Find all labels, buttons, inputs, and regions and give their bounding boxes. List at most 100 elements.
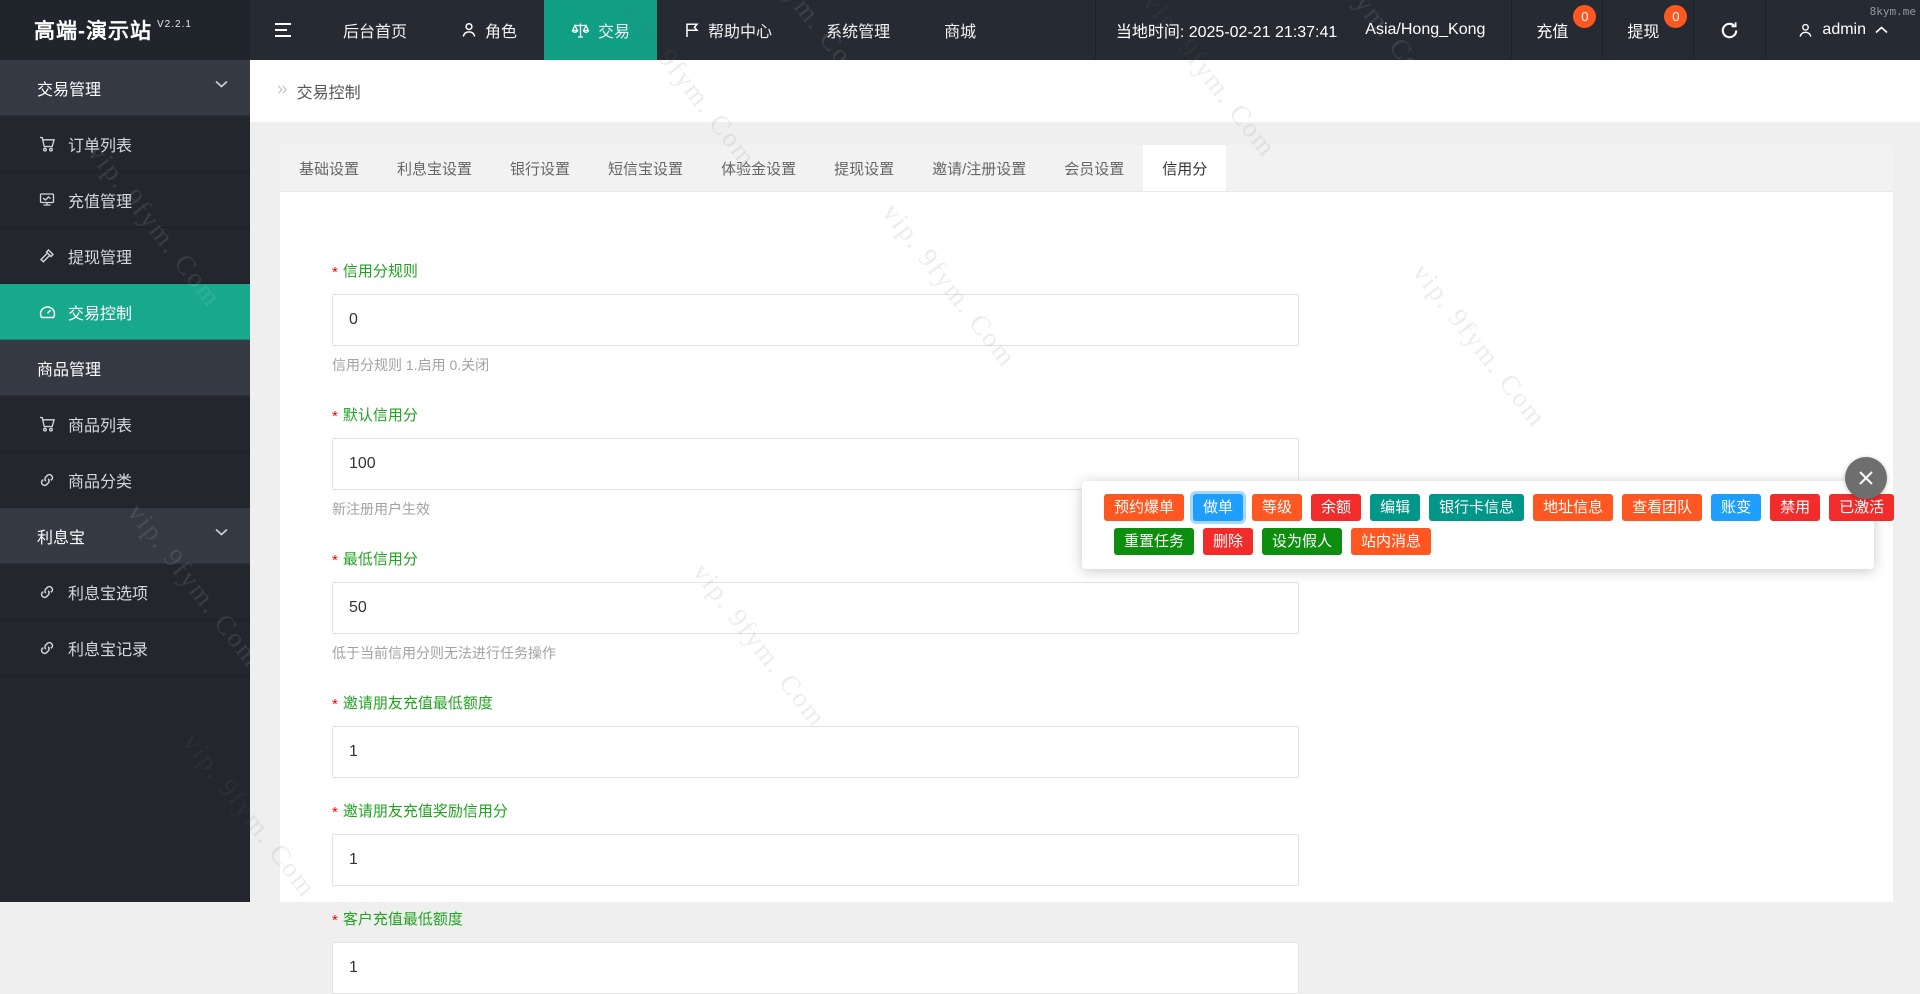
tab-basic-settings[interactable]: 基础设置	[280, 145, 378, 191]
topmenu-trade[interactable]: 交易	[544, 0, 657, 60]
sidebar-item-lixibao-records[interactable]: 利息宝记录	[0, 620, 250, 676]
field-spacer	[332, 778, 1893, 800]
field-label: * 邀请朋友充值最低额度	[332, 692, 1893, 713]
field-spacer	[332, 886, 1893, 908]
cart-icon	[37, 136, 57, 152]
refresh-button[interactable]	[1693, 0, 1765, 60]
field-label: * 客户充值最低额度	[332, 908, 1893, 929]
sidebar-item-recharge-manage[interactable]: 充值管理	[0, 172, 250, 228]
field-label-text: 客户充值最低额度	[343, 908, 463, 929]
breadcrumb-arrows-icon: »	[277, 79, 288, 101]
sidebar-item-lixibao-options[interactable]: 利息宝选项	[0, 564, 250, 620]
action-level-button[interactable]: 等级	[1252, 494, 1302, 521]
sidebar-item-recharge-label: 充值管理	[68, 188, 132, 212]
app-title: 高端-演示站	[34, 15, 152, 45]
action-reset-task-button[interactable]: 重置任务	[1114, 528, 1194, 555]
tab-label: 利息宝设置	[397, 158, 472, 179]
chevron-down-icon	[215, 528, 228, 536]
link-icon	[37, 640, 57, 656]
action-view-team-button[interactable]: 查看团队	[1622, 494, 1702, 521]
withdraw-badge: 0	[1664, 5, 1687, 28]
action-bank-card-info-button[interactable]: 银行卡信息	[1429, 494, 1524, 521]
tab-credit-score[interactable]: 信用分	[1143, 145, 1226, 191]
action-set-fake-user-button[interactable]: 设为假人	[1262, 528, 1342, 555]
tab-member-settings[interactable]: 会员设置	[1045, 145, 1143, 191]
sidebar-item-goods-category[interactable]: 商品分类	[0, 452, 250, 508]
required-asterisk: *	[332, 696, 338, 713]
invite-reward-credit-input[interactable]	[332, 834, 1299, 886]
tab-label: 体验金设置	[721, 158, 796, 179]
sidebar-group-trade-manage[interactable]: 交易管理	[0, 60, 250, 116]
recharge-label: 充值	[1536, 18, 1568, 42]
topmenu-system-label: 系统管理	[826, 18, 890, 42]
gauge-icon	[37, 304, 57, 319]
action-balance-button[interactable]: 余额	[1311, 494, 1361, 521]
action-site-message-button[interactable]: 站内消息	[1351, 528, 1431, 555]
sidebar-item-withdraw-manage[interactable]: 提现管理	[0, 228, 250, 284]
topmenu-help-center[interactable]: 帮助中心	[657, 0, 799, 60]
close-icon	[1857, 469, 1875, 487]
tab-label: 提现设置	[834, 158, 894, 179]
watermark-corner: 8kym.me	[1870, 5, 1916, 18]
form-field-invite-min-recharge: * 邀请朋友充值最低额度	[332, 692, 1893, 800]
field-label: * 默认信用分	[332, 404, 1893, 425]
field-label-text: 邀请朋友充值最低额度	[343, 692, 493, 713]
action-delete-button[interactable]: 删除	[1203, 528, 1253, 555]
sidebar-item-order-list[interactable]: 订单列表	[0, 116, 250, 172]
action-account-change-button[interactable]: 账变	[1711, 494, 1761, 521]
credit-rule-input[interactable]	[332, 294, 1299, 346]
sidebar-item-trade-control[interactable]: 交易控制	[0, 284, 250, 340]
field-label-text: 信用分规则	[343, 260, 418, 281]
field-hint: 信用分规则 1.启用 0.关闭	[332, 355, 1893, 375]
scales-icon	[571, 22, 590, 39]
field-hint: 低于当前信用分则无法进行任务操作	[332, 643, 1893, 663]
local-time: 当地时间: 2025-02-21 21:37:41	[1096, 18, 1357, 42]
withdraw-label: 提现	[1627, 18, 1659, 42]
topmenu-mall[interactable]: 商城	[917, 0, 1003, 60]
customer-min-recharge-input[interactable]	[332, 942, 1299, 994]
sidebar-group-lixibao[interactable]: 利息宝	[0, 508, 250, 564]
tab-sms-settings[interactable]: 短信宝设置	[589, 145, 702, 191]
action-reserve-burst-order-button[interactable]: 预约爆单	[1104, 494, 1184, 521]
field-label: * 信用分规则	[332, 260, 1893, 281]
tab-label: 会员设置	[1064, 158, 1124, 179]
sidebar-item-lixibao-options-label: 利息宝选项	[68, 580, 148, 604]
card-icon	[37, 192, 57, 207]
topbar-right: 当地时间: 2025-02-21 21:37:41 Asia/Hong_Kong…	[1095, 0, 1920, 60]
recharge-notify-button[interactable]: 充值 0	[1511, 0, 1602, 60]
action-edit-button[interactable]: 编辑	[1370, 494, 1420, 521]
sidebar-item-goods-list-label: 商品列表	[68, 412, 132, 436]
credit-score-form: * 信用分规则 信用分规则 1.启用 0.关闭 * 默认信用分 新注册用户生效 …	[280, 192, 1893, 994]
tab-label: 基础设置	[299, 158, 359, 179]
topmenu-trade-label: 交易	[598, 18, 630, 42]
tab-invite-register-settings[interactable]: 邀请/注册设置	[913, 145, 1045, 191]
topmenu-system[interactable]: 系统管理	[799, 0, 917, 60]
hamburger-icon	[273, 22, 293, 38]
tab-trial-fund-settings[interactable]: 体验金设置	[702, 145, 815, 191]
popup-close-button[interactable]	[1845, 457, 1887, 499]
settings-tabs: 基础设置 利息宝设置 银行设置 短信宝设置 体验金设置 提现设置 邀请/注册设置…	[280, 145, 1893, 192]
flag-icon	[684, 22, 700, 38]
timezone: Asia/Hong_Kong	[1357, 21, 1511, 39]
topmenu-roles[interactable]: 角色	[434, 0, 544, 60]
sidebar-toggle-button[interactable]	[250, 0, 316, 60]
tab-lixibao-settings[interactable]: 利息宝设置	[378, 145, 491, 191]
action-address-info-button[interactable]: 地址信息	[1533, 494, 1613, 521]
action-disable-button[interactable]: 禁用	[1770, 494, 1820, 521]
withdraw-notify-button[interactable]: 提现 0	[1602, 0, 1693, 60]
action-do-order-button[interactable]: 做单	[1193, 494, 1243, 521]
sidebar-item-trade-control-label: 交易控制	[68, 300, 132, 324]
topmenu-dashboard[interactable]: 后台首页	[316, 0, 434, 60]
sidebar-item-order-list-label: 订单列表	[68, 132, 132, 156]
person-icon	[461, 22, 477, 38]
sidebar-group-goods-manage[interactable]: 商品管理	[0, 340, 250, 396]
popup-button-row-1: 预约爆单 做单 等级 余额 编辑 银行卡信息 地址信息 查看团队 账变 禁用 已…	[1104, 494, 1874, 521]
min-credit-input[interactable]	[332, 582, 1299, 634]
tab-bank-settings[interactable]: 银行设置	[491, 145, 589, 191]
tab-withdraw-settings[interactable]: 提现设置	[815, 145, 913, 191]
invite-min-recharge-input[interactable]	[332, 726, 1299, 778]
link-icon	[37, 472, 57, 488]
field-label: * 邀请朋友充值奖励信用分	[332, 800, 1893, 821]
sidebar-item-goods-list[interactable]: 商品列表	[0, 396, 250, 452]
sidebar-group-goods-label: 商品管理	[37, 356, 101, 380]
